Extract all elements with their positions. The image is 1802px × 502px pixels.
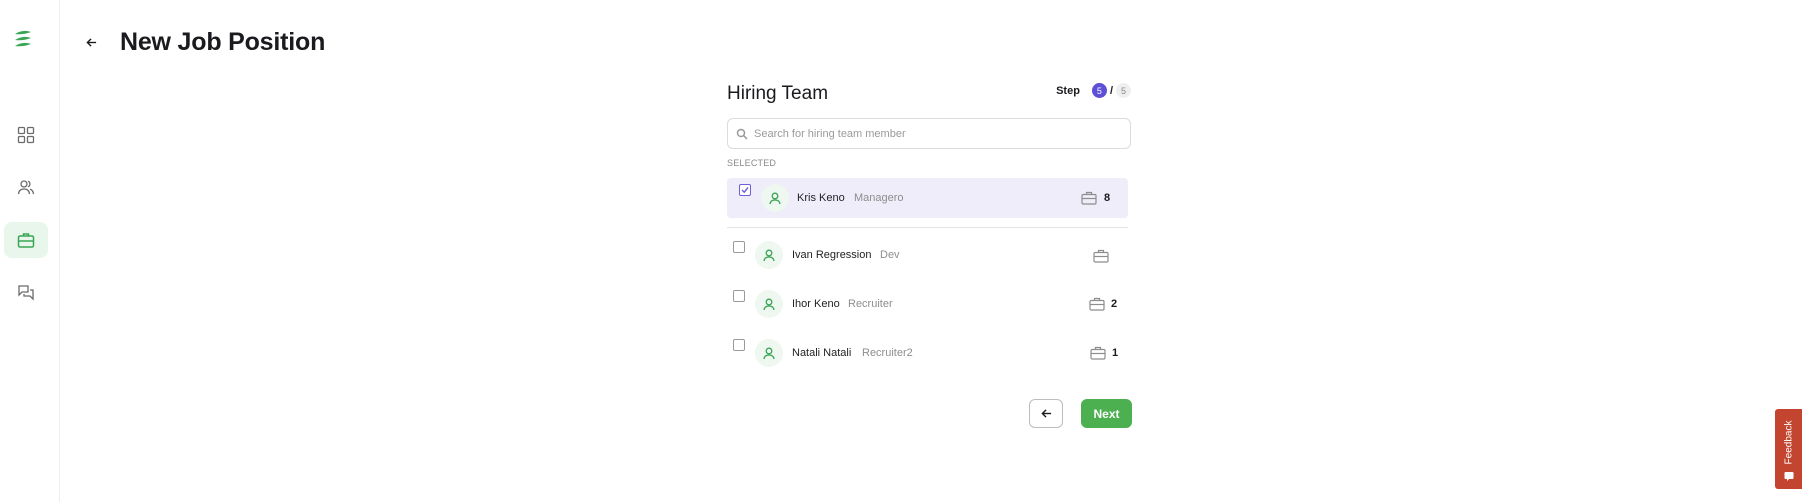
user-icon	[763, 249, 775, 262]
sidebar-item-candidates[interactable]	[4, 169, 48, 205]
avatar	[761, 184, 789, 212]
member-role: Managero	[854, 192, 904, 204]
member-row[interactable]: Ivan Regression Dev	[727, 235, 1128, 275]
search-field[interactable]	[727, 118, 1131, 149]
sidebar-item-jobs[interactable]	[4, 222, 48, 258]
feedback-icon	[1784, 472, 1793, 481]
feedback-label: Feedback	[1783, 420, 1795, 464]
member-name: Ivan Regression	[792, 249, 872, 261]
member-role: Dev	[880, 249, 900, 261]
briefcase-icon	[17, 233, 35, 248]
selected-member-row[interactable]: Kris Keno Managero 8	[727, 178, 1128, 218]
briefcase-icon	[1093, 249, 1109, 263]
page-title: New Job Position	[120, 28, 326, 56]
avatar	[755, 339, 783, 367]
next-button[interactable]: Next	[1081, 399, 1132, 428]
job-count: 1	[1112, 347, 1119, 359]
divider	[727, 227, 1128, 228]
member-role: Recruiter	[848, 298, 893, 310]
step-separator: /	[1109, 84, 1113, 97]
briefcase-icon	[1081, 191, 1097, 205]
panel-header: Hiring Team Step 5 / 5	[727, 80, 1131, 108]
briefcase-icon	[1089, 297, 1105, 311]
hiring-team-panel: Hiring Team Step 5 / 5 SELECTED Kris Ken…	[727, 80, 1131, 367]
sidebar-item-messages[interactable]	[4, 274, 48, 310]
member-name: Natali Natali	[792, 347, 852, 359]
logo-icon[interactable]	[12, 28, 34, 50]
chat-icon	[18, 285, 34, 301]
selected-section-label: SELECTED	[727, 158, 777, 168]
user-icon	[763, 347, 775, 360]
user-icon	[763, 298, 775, 311]
member-checkbox[interactable]	[733, 241, 745, 253]
member-checkbox[interactable]	[733, 339, 745, 351]
member-checkbox[interactable]	[733, 290, 745, 302]
sidebar	[0, 0, 60, 502]
step-total-badge: 5	[1116, 83, 1131, 98]
page-header: New Job Position	[80, 28, 325, 57]
grid-icon	[17, 126, 35, 144]
avatar	[755, 290, 783, 318]
briefcase-icon	[1090, 346, 1106, 360]
users-icon	[17, 180, 35, 195]
back-arrow-icon[interactable]	[80, 32, 102, 54]
section-title: Hiring Team	[727, 83, 829, 104]
member-row[interactable]: Natali Natali Recruiter2 1	[727, 333, 1128, 373]
sidebar-item-dashboard[interactable]	[4, 117, 48, 153]
member-name: Kris Keno	[797, 192, 845, 204]
user-icon	[769, 192, 781, 205]
search-input[interactable]	[754, 127, 1114, 140]
member-name: Ihor Keno	[792, 298, 840, 310]
search-icon	[736, 128, 748, 140]
member-row[interactable]: Ihor Keno Recruiter 2	[727, 284, 1128, 324]
avatar	[755, 241, 783, 269]
step-indicator: Step 5 / 5	[1056, 83, 1131, 98]
job-count: 8	[1104, 192, 1111, 204]
member-role: Recruiter2	[862, 347, 913, 359]
step-label: Step	[1056, 84, 1080, 97]
arrow-left-icon	[1040, 409, 1051, 418]
member-checkbox[interactable]	[739, 184, 751, 196]
job-count: 2	[1111, 298, 1118, 310]
step-current-badge: 5	[1091, 83, 1107, 98]
feedback-tab[interactable]: Feedback	[1775, 409, 1802, 489]
previous-step-button[interactable]	[1029, 399, 1063, 428]
